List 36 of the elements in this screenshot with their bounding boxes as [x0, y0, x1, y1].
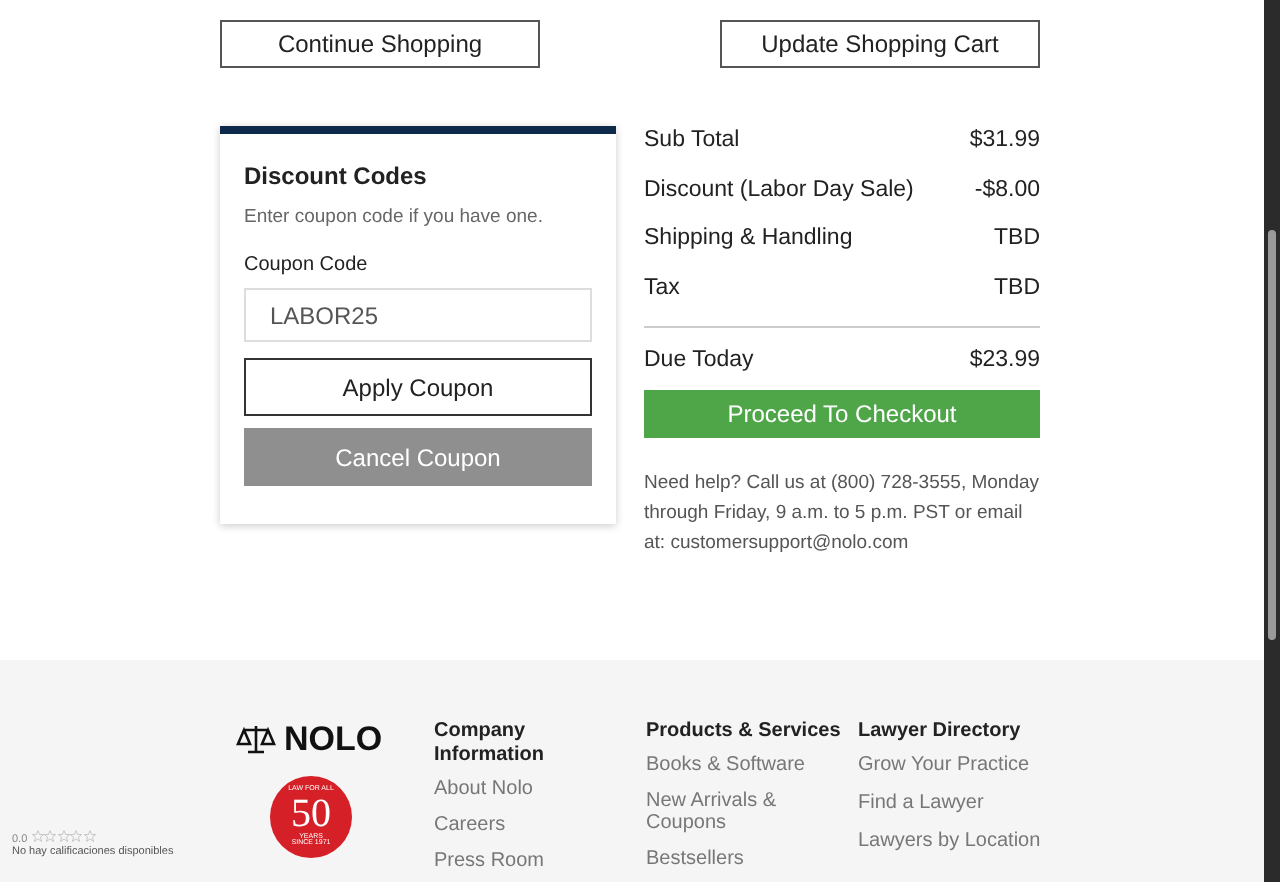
- summary-value: $31.99: [969, 128, 1040, 156]
- summary-label: Sub Total: [644, 128, 740, 156]
- summary-value: TBD: [994, 226, 1040, 255]
- summary-value: TBD: [994, 276, 1040, 305]
- footer-link[interactable]: Press Room: [434, 850, 594, 872]
- scrollbar-thumb[interactable]: [1268, 230, 1276, 640]
- cart-action-button[interactable]: Continue Shopping: [220, 20, 540, 68]
- scales-icon: [236, 724, 276, 756]
- help-text: Need help? Call us at (800) 728-3555, Monday through Friday, 9 a.m. to 5 p.m. PST or email at: customersupport@nolo.com: [644, 470, 1040, 559]
- footer-link[interactable]: Bestsellers: [646, 848, 806, 870]
- summary-label: Discount (Labor Day Sale): [644, 177, 914, 206]
- summary-label: Tax: [644, 276, 680, 305]
- card-title: Discount Codes: [244, 162, 429, 190]
- footer-link[interactable]: Grow Your Practice: [858, 754, 1078, 776]
- summary-value: -$8.00: [974, 177, 1040, 206]
- coupon-button[interactable]: Cancel Coupon: [244, 428, 592, 486]
- coupon-field[interactable]: LABOR25: [244, 288, 592, 342]
- footer-heading: Lawyer Directory: [858, 720, 1023, 744]
- checkout-button[interactable]: Proceed To Checkout: [644, 390, 1040, 439]
- footer-link[interactable]: New Arrivals & Coupons: [646, 790, 806, 834]
- cart-action-button[interactable]: Update Shopping Cart: [720, 20, 1040, 68]
- summary-label: Shipping & Handling: [644, 226, 853, 255]
- footer-link[interactable]: Careers: [434, 814, 594, 836]
- hint-text: Enter coupon code if you have one.: [244, 206, 545, 228]
- field-label: Coupon Code: [244, 254, 370, 276]
- footer-link[interactable]: Find a Lawyer: [858, 792, 1078, 814]
- badge-number: 50: [291, 793, 331, 834]
- logo-text[interactable]: NOLO: [284, 720, 383, 760]
- footer-link[interactable]: Lawyers by Location: [858, 830, 1078, 852]
- footer-heading: Company Information: [434, 720, 546, 768]
- footer-link[interactable]: About Nolo: [434, 778, 594, 800]
- scrollbar[interactable]: [1264, 0, 1280, 882]
- coupon-button[interactable]: Apply Coupon: [244, 358, 592, 416]
- total-value: $23.99: [969, 347, 1040, 376]
- total-label: Due Today: [644, 347, 754, 376]
- footer-link[interactable]: Books & Software: [646, 754, 806, 776]
